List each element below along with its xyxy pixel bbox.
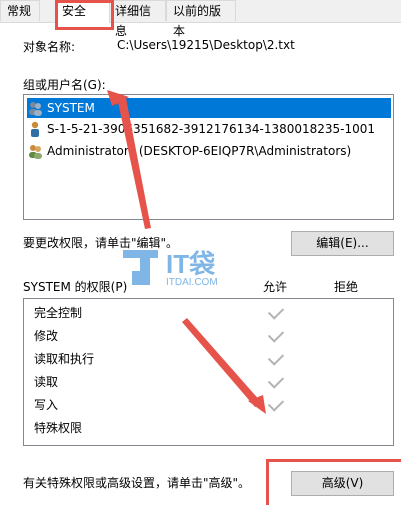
annotation-arrows (107, 90, 266, 414)
annotation-arrow-up (108, 94, 151, 229)
annotation-arrow-down (182, 318, 262, 407)
